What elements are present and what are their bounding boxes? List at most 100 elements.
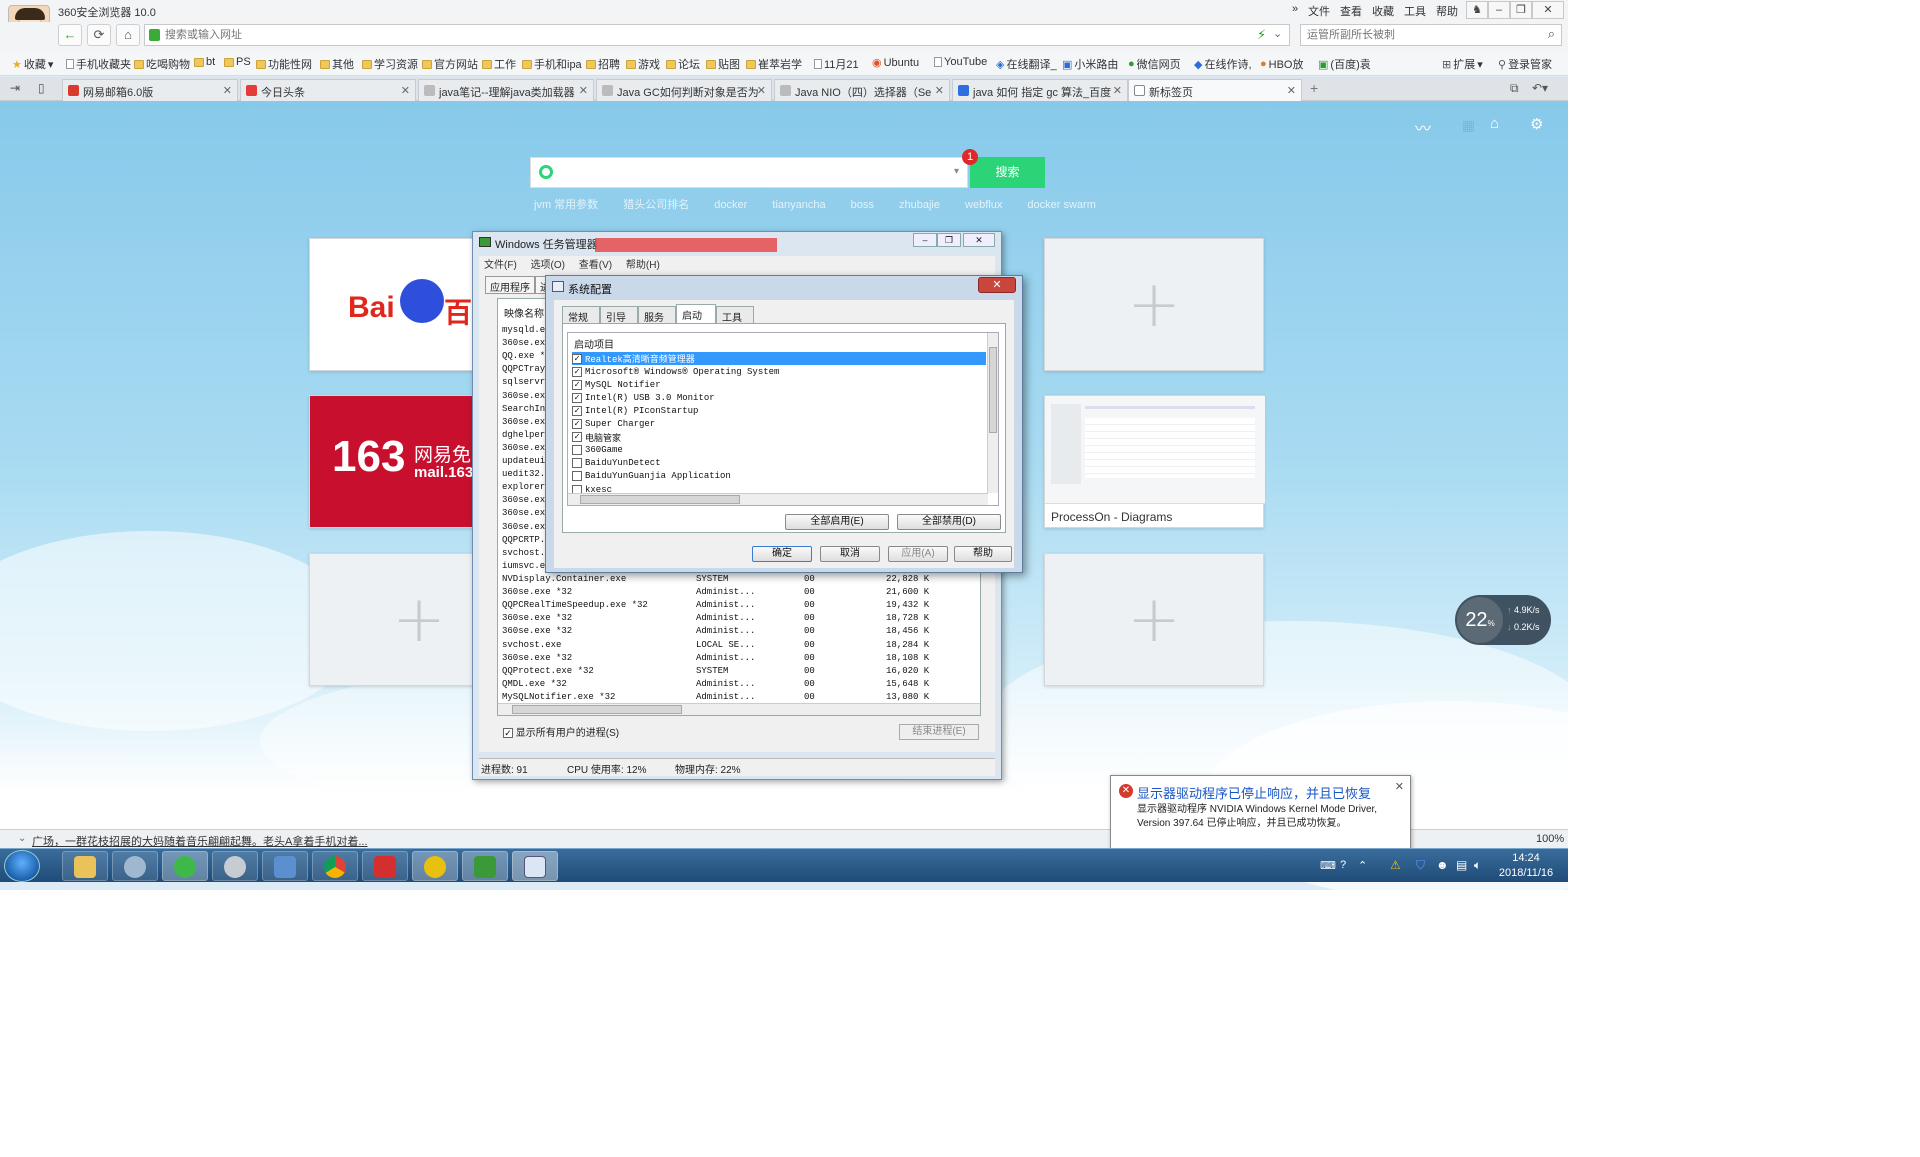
menu-help[interactable]: 帮助 — [1436, 3, 1458, 19]
table-row[interactable]: QQ.exe *3 — [502, 351, 551, 364]
disable-all-button[interactable]: 全部禁用(D) — [897, 514, 1001, 530]
zoom-level[interactable]: 100% — [1536, 833, 1564, 845]
ok-button[interactable]: 确定 — [752, 546, 812, 562]
bookmark-item[interactable]: 手机收藏夹 — [66, 56, 131, 72]
horizontal-scrollbar[interactable] — [568, 493, 988, 505]
menu-view[interactable]: 查看 — [1340, 3, 1362, 19]
table-row[interactable]: QQPCRTP. — [502, 535, 545, 548]
taskbar-taskmgr[interactable] — [462, 851, 508, 881]
startup-item[interactable]: BaiduYunDetect — [572, 457, 986, 470]
close-button[interactable]: ✕ — [1532, 1, 1564, 19]
bookmark-item[interactable]: 游戏 — [626, 56, 660, 72]
lightning-icon[interactable]: ⚡ — [1257, 27, 1266, 43]
hot-word[interactable]: docker swarm — [1027, 199, 1095, 211]
bookmark-item[interactable]: 吃喝购物 — [134, 56, 190, 72]
table-row[interactable]: QMDL.exe *32 Administ... 00 15,648 K — [502, 679, 972, 692]
startup-item-checkbox[interactable]: ✓ — [572, 432, 582, 443]
tab-java-classloader[interactable]: java笔记--理解java类加载器 ✕ — [418, 79, 594, 101]
startup-item-checkbox[interactable] — [572, 458, 582, 469]
bookmark-item[interactable]: ● 微信网页 — [1128, 56, 1181, 72]
help-button[interactable]: 帮助 — [954, 546, 1012, 562]
cancel-button[interactable]: 取消 — [820, 546, 880, 562]
search-input[interactable] — [1307, 25, 1527, 45]
minimize-button[interactable]: – — [1488, 1, 1510, 19]
column-startup-item[interactable]: 启动项目 — [574, 336, 614, 351]
table-row[interactable]: svchost.exe LOCAL SE... 00 18,284 K — [502, 640, 972, 653]
close-button[interactable]: ✕ — [978, 277, 1016, 293]
bookmark-item[interactable]: bt — [194, 56, 215, 68]
bookmark-item[interactable]: 11月21 — [814, 56, 859, 72]
newtab-search-button[interactable]: 搜索 — [970, 157, 1045, 188]
taskbar-network[interactable] — [262, 851, 308, 881]
bookmark-item[interactable]: 官方网站 — [422, 56, 478, 72]
sidebar-toggle-icon[interactable]: ⇥ — [10, 81, 20, 95]
tray-qq-icon[interactable]: ☻ — [1436, 858, 1449, 872]
tab-general[interactable]: 常规 — [562, 306, 600, 324]
tray-chevron-icon[interactable]: ⌃ — [1358, 859, 1367, 872]
tray-shield-icon[interactable]: ⛉ — [1416, 858, 1425, 873]
startup-item-checkbox[interactable]: ✓ — [572, 392, 582, 403]
bookmark-item[interactable]: 手机和ipa — [522, 56, 582, 72]
table-row[interactable]: 360se.exe *32 Administ... 00 18,108 K — [502, 653, 972, 666]
table-row[interactable]: QQPCRealTimeSpeedup.exe *32 Administ... 00… — [502, 600, 972, 613]
start-button[interactable] — [4, 850, 40, 882]
table-row[interactable]: 360se.exe *32 Administ... 00 21,600 K — [502, 587, 972, 600]
startup-item[interactable]: ✓ 电脑管家 — [572, 431, 986, 444]
tab-new-tab[interactable]: 新标签页 ✕ — [1128, 79, 1302, 101]
startup-item[interactable]: ✓ Realtek高清晰音频管理器 — [572, 352, 986, 365]
table-row[interactable]: iumsvc.ex — [502, 561, 551, 574]
taskbar-youdao[interactable] — [362, 851, 408, 881]
taskbar-ultraedit[interactable] — [412, 851, 458, 881]
notification-badge[interactable]: 1 — [962, 149, 978, 165]
tab-list-icon[interactable]: ▯ — [38, 81, 45, 95]
tab-baidu-gc[interactable]: java 如何 指定 gc 算法_百度 ✕ — [952, 79, 1128, 101]
table-row[interactable]: 360se.exe — [502, 338, 551, 351]
tab-close-icon[interactable]: ✕ — [1287, 84, 1296, 97]
tab-boot[interactable]: 引导 — [600, 306, 638, 324]
restore-button[interactable]: ❐ — [937, 233, 961, 247]
table-row[interactable]: mysqld.e — [502, 325, 545, 338]
table-row[interactable]: 360se.exe — [502, 417, 551, 430]
bookmark-item[interactable]: 其他 — [320, 56, 354, 72]
tab-mail163[interactable]: 网易邮箱6.0版 ✕ — [62, 79, 238, 101]
bookmark-item[interactable]: YouTube — [934, 56, 987, 68]
menu-help[interactable]: 帮助(H) — [626, 260, 660, 271]
tab-toutiao[interactable]: 今日头条 ✕ — [240, 79, 416, 101]
hot-word[interactable]: zhubajie — [899, 199, 940, 211]
bookmark-item[interactable]: ▣ 小米路由 — [1062, 56, 1118, 72]
bookmark-item[interactable]: 工作 — [482, 56, 516, 72]
tile-empty[interactable]: + — [1044, 553, 1264, 686]
table-row[interactable]: 360se.exe — [502, 508, 551, 521]
menu-favorites[interactable]: 收藏 — [1372, 3, 1394, 19]
close-icon[interactable]: ✕ — [1395, 780, 1404, 793]
menu-file[interactable]: 文件 — [1308, 3, 1330, 19]
hot-word[interactable]: webflux — [965, 199, 1002, 211]
startup-item[interactable]: BaiduYunGuanjia Application — [572, 470, 986, 483]
bookmark-item[interactable]: 招聘 — [586, 56, 620, 72]
end-process-button[interactable]: 结束进程(E) — [899, 724, 979, 740]
table-row[interactable]: 360se.exe — [502, 443, 551, 456]
tab-java-nio[interactable]: Java NIO（四）选择器（Se ✕ — [774, 79, 950, 101]
table-row[interactable]: 360se.exe *32 Administ... 00 18,728 K — [502, 613, 972, 626]
tab-close-icon[interactable]: ✕ — [401, 84, 410, 97]
driver-notification[interactable]: ✕ 显示器驱动程序已停止响应，并且已恢复 显示器驱动程序 NVIDIA Wind… — [1110, 775, 1411, 851]
tray-help-icon[interactable]: ? — [1340, 859, 1346, 871]
tab-close-icon[interactable]: ✕ — [223, 84, 232, 97]
tray-volume-icon[interactable]: 🔈︎ — [1474, 858, 1481, 873]
bookmark-item[interactable]: 学习资源 — [362, 56, 418, 72]
bookmark-item[interactable]: 贴图 — [706, 56, 740, 72]
taskbar-chrome[interactable] — [312, 851, 358, 881]
home-icon[interactable]: ⌂ — [1490, 115, 1499, 132]
hot-word[interactable]: tianyancha — [772, 199, 825, 211]
bookmark-item[interactable]: ◆ 在线作诗, — [1194, 56, 1252, 72]
column-image-name[interactable]: 映像名称 — [504, 305, 544, 320]
menu-options[interactable]: 选项(O) — [531, 260, 565, 271]
skin-icon[interactable]: ♞ — [1466, 1, 1488, 19]
tab-startup[interactable]: 启动 — [676, 304, 716, 324]
taskbar-tool[interactable] — [212, 851, 258, 881]
table-row[interactable]: 360se.exe — [502, 391, 551, 404]
address-bar[interactable]: ⚡ ⌄ — [144, 24, 1290, 46]
search-box[interactable]: ⌕ — [1300, 24, 1562, 46]
bookmark-item[interactable]: ◈ 在线翻译_ — [996, 56, 1057, 72]
search-icon[interactable]: ⌕ — [1548, 26, 1555, 42]
